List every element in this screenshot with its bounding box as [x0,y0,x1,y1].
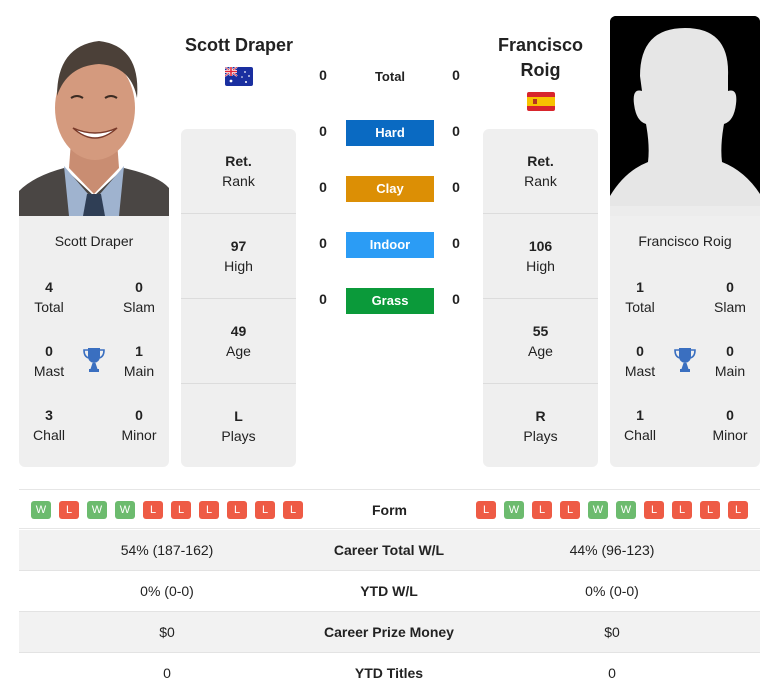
titles-minor: 0 Minor [121,407,157,443]
h2h-total-label: Total [374,69,406,84]
info-plays: R Plays [523,408,558,444]
form-badge-win[interactable]: W [87,501,107,519]
form-row: WLWWLLLLLL Form LWLLWWLLLL [19,489,760,529]
form-badge-loss[interactable]: L [171,501,191,519]
info-high: 106 High [483,214,598,299]
player-left-photo [19,16,169,216]
stat-label: YTD W/L [360,583,418,599]
silhouette-placeholder-icon [610,16,760,216]
surface-grass-button[interactable]: Grass [346,288,434,314]
form-badge-loss[interactable]: L [728,501,748,519]
form-badge-loss[interactable]: L [143,501,163,519]
player-right-titles-card: Francisco Roig 1 Total 0 Slam 0 Mast 0 Main … [610,216,760,467]
stat-right-value: 44% (96-123) [569,542,655,558]
titles-mast: 0 Mast [33,343,65,379]
h2h-total-left: 0 [319,67,327,83]
h2h-clay-right: 0 [452,179,460,195]
form-badge-loss[interactable]: L [644,501,664,519]
form-badge-win[interactable]: W [616,501,636,519]
form-badge-win[interactable]: W [31,501,51,519]
player-right-card-name: Francisco Roig [638,233,732,249]
stat-left-value: 54% (187-162) [120,542,214,558]
trophy-icon [83,347,105,373]
stat-row-career-prize-money: $0 Career Prize Money $0 [19,612,760,653]
form-badge-loss[interactable]: L [476,501,496,519]
titles-chall: 3 Chall [33,407,65,443]
form-badge-loss[interactable]: L [700,501,720,519]
info-age: 49 Age [181,299,296,384]
player-left-card-name: Scott Draper [54,233,134,249]
titles-main: 0 Main [714,343,746,379]
form-badge-loss[interactable]: L [199,501,219,519]
form-badge-loss[interactable]: L [255,501,275,519]
info-rank: Ret. Rank [483,129,598,214]
titles-main: 1 Main [123,343,155,379]
player-right-name-line1: Francisco [497,35,584,55]
stat-row-ytd-wl: 0% (0-0) YTD W/L 0% (0-0) [19,571,760,612]
form-badge-loss[interactable]: L [283,501,303,519]
info-rank: Ret. Rank [181,129,296,214]
surface-hard-button[interactable]: Hard [346,120,434,146]
surface-clay-button[interactable]: Clay [346,176,434,202]
stat-label: Career Total W/L [333,542,445,558]
stat-right-value: 0% (0-0) [585,583,639,599]
stat-right-value: 0 [608,665,616,681]
h2h-total-right: 0 [452,67,460,83]
h2h-indoor-left: 0 [319,235,327,251]
h2h-hard-left: 0 [319,123,327,139]
australia-flag-icon [225,67,253,86]
h2h-indoor-right: 0 [452,235,460,251]
titles-minor: 0 Minor [712,407,748,443]
form-label: Form [372,502,407,518]
titles-total: 1 Total [625,279,655,315]
form-badge-win[interactable]: W [504,501,524,519]
titles-chall: 1 Chall [624,407,656,443]
h2h-clay-left: 0 [319,179,327,195]
stat-row-career-total-wl: 54% (187-162) Career Total W/L 44% (96-1… [19,530,760,571]
form-badge-loss[interactable]: L [560,501,580,519]
titles-slam: 0 Slam [123,279,155,315]
stat-label: Career Prize Money [324,624,454,640]
spain-flag-icon [527,92,555,111]
h2h-grass-left: 0 [319,291,327,307]
stat-left-value: $0 [159,624,175,640]
player-right-name[interactable]: Francisco Roig [482,33,599,83]
form-badge-loss[interactable]: L [672,501,692,519]
h2h-hard-right: 0 [452,123,460,139]
form-badge-loss[interactable]: L [59,501,79,519]
info-plays: L Plays [221,408,256,444]
player-photo-image [19,16,169,216]
player-left-titles-card: Scott Draper 4 Total 0 Slam 0 Mast 1 Main 3C… [19,216,169,467]
info-high: 97 High [181,214,296,299]
titles-total: 4 Total [34,279,64,315]
info-age: 55 Age [483,299,598,384]
form-badge-loss[interactable]: L [532,501,552,519]
form-badge-loss[interactable]: L [227,501,247,519]
player-left-name[interactable]: Scott Draper [180,33,298,58]
player-right-name-line2: Roig [520,60,561,80]
player-right-photo [610,16,760,216]
titles-slam: 0 Slam [714,279,746,315]
player-left-info: Ret. Rank 97 High 49 Age L Plays [181,129,296,467]
titles-mast: 0 Mast [624,343,656,379]
player-right-info: Ret. Rank 106 High 55 Age R Plays [483,129,598,467]
trophy-icon [674,347,696,373]
stat-left-value: 0 [163,665,171,681]
form-badge-win[interactable]: W [115,501,135,519]
surface-indoor-button[interactable]: Indoor [346,232,434,258]
h2h-grass-right: 0 [452,291,460,307]
stat-row-ytd-titles: 0 YTD Titles 0 [19,653,760,694]
stat-label: YTD Titles [354,665,424,681]
stat-right-value: $0 [604,624,620,640]
form-badge-win[interactable]: W [588,501,608,519]
stat-left-value: 0% (0-0) [140,583,194,599]
